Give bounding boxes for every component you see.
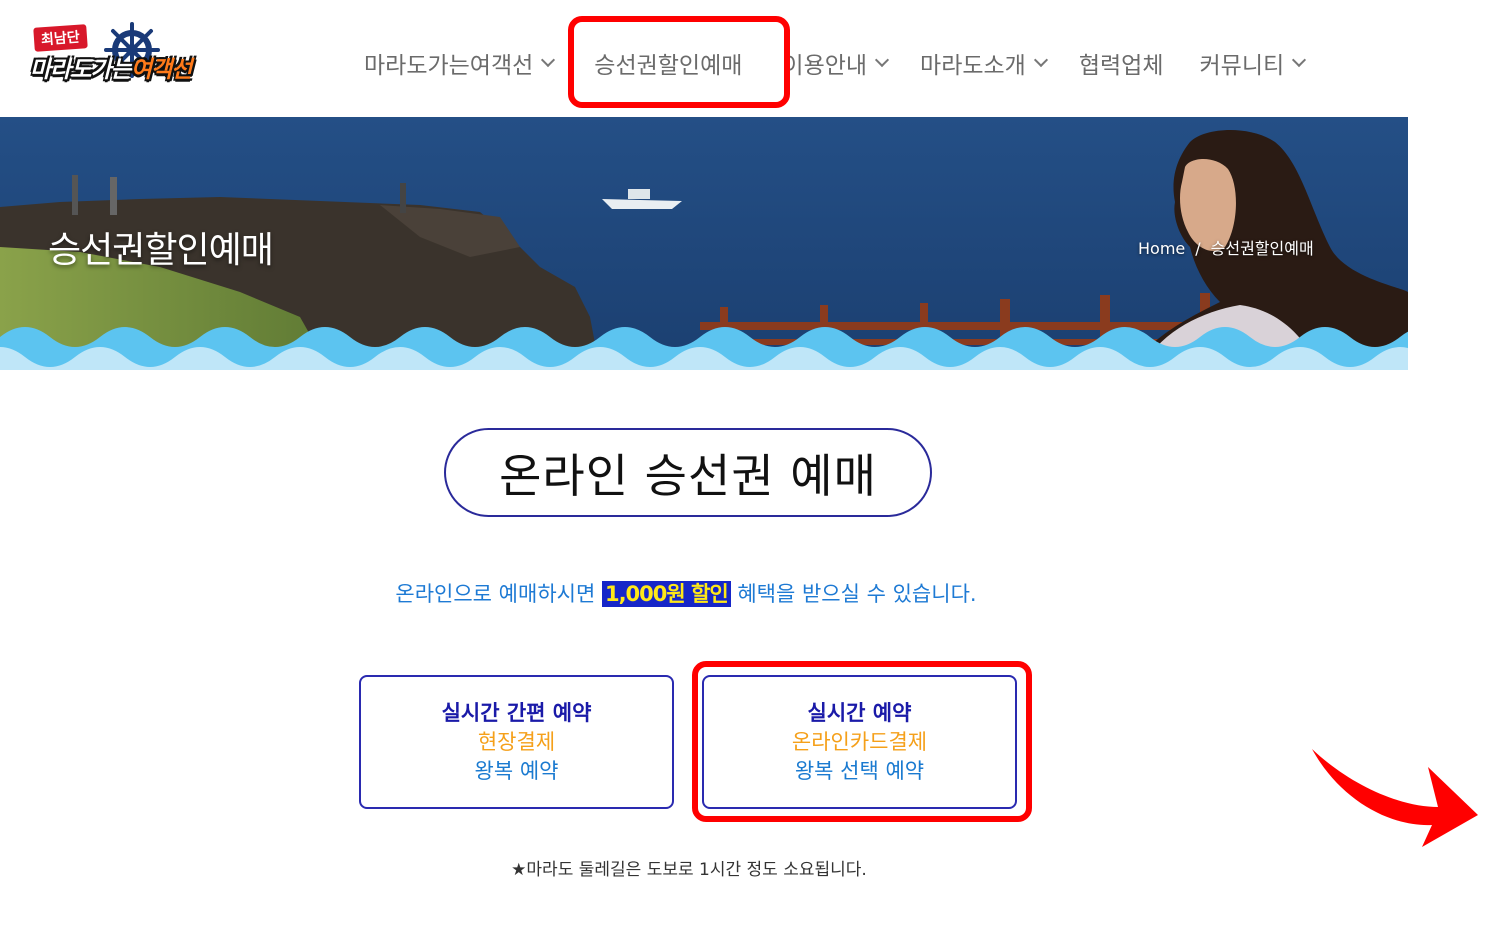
option-payment: 현장결제 bbox=[477, 729, 556, 754]
page-heading: 온라인 승선권 예매 bbox=[444, 428, 932, 517]
option-title: 실시간 간편 예약 bbox=[441, 700, 592, 725]
nav-item-community[interactable]: 커뮤니티 bbox=[1200, 46, 1307, 80]
main-nav: 마라도가는여객선 승선권할인예매 이용안내 마라도소개 협력업체 커뮤니티 bbox=[364, 46, 1337, 80]
simple-reservation-button[interactable]: 실시간 간편 예약 현장결제 왕복 예약 bbox=[359, 675, 674, 809]
breadcrumb-home-link[interactable]: Home bbox=[1138, 239, 1185, 258]
logo-text: 마라도가는여객선 bbox=[30, 57, 192, 83]
nav-item-guide[interactable]: 이용안내 bbox=[782, 46, 890, 80]
chevron-down-icon bbox=[541, 52, 556, 68]
banner-title: 승선권할인예매 bbox=[48, 230, 274, 271]
breadcrumb: Home / 승선권할인예매 bbox=[1138, 235, 1314, 259]
nav-item-marado-intro[interactable]: 마라도소개 bbox=[920, 46, 1048, 80]
breadcrumb-separator: / bbox=[1195, 239, 1201, 258]
option-trip: 왕복 예약 bbox=[474, 758, 559, 783]
chevron-down-icon bbox=[1292, 52, 1307, 68]
hero-banner: 승선권할인예매 Home / 승선권할인예매 bbox=[0, 117, 1408, 370]
annotation-highlight-reservation bbox=[692, 661, 1032, 822]
breadcrumb-current: 승선권할인예매 bbox=[1210, 239, 1314, 258]
annotation-highlight-nav bbox=[568, 16, 790, 108]
red-arrow-icon bbox=[1312, 749, 1478, 847]
nav-item-ferry[interactable]: 마라도가는여객선 bbox=[364, 46, 556, 80]
footnote: ★마라도 둘레길은 도보로 1시간 정도 소요됩니다. bbox=[511, 860, 867, 880]
discount-highlight: 1,000원 할인 bbox=[601, 581, 731, 607]
nav-item-partners[interactable]: 협력업체 bbox=[1079, 46, 1164, 80]
chevron-down-icon bbox=[874, 52, 890, 68]
chevron-down-icon bbox=[1033, 52, 1048, 68]
site-header: 최남단 마라도가는여객선 마라도가는여객선 승선권할인예매 이용안내 마라도소개… bbox=[0, 0, 1512, 118]
discount-notice: 온라인으로 예매하시면 1,000원 할인 혜택을 받으실 수 있습니다. bbox=[395, 581, 977, 607]
site-logo[interactable]: 최남단 마라도가는여객선 bbox=[28, 22, 228, 84]
logo-badge: 최남단 bbox=[33, 24, 88, 52]
